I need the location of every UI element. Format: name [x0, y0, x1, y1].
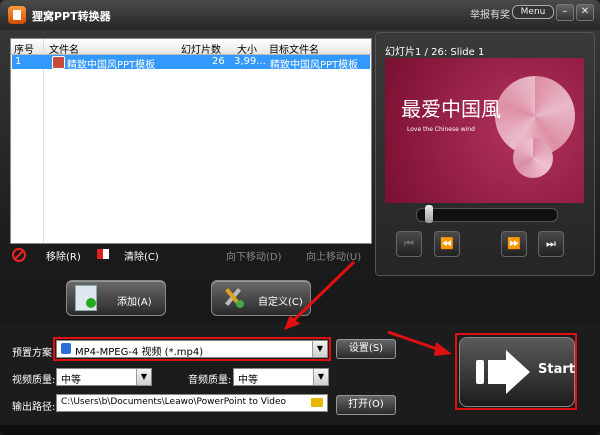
last-slide-button[interactable]: ⏭ — [538, 231, 564, 257]
output-path-field[interactable]: C:\Users\b\Documents\Leawo\PowerPoint to… — [56, 394, 328, 412]
start-button[interactable]: Start — [459, 337, 575, 407]
window-title: 狸窝PPT转换器 — [32, 10, 111, 23]
preset-label: 预置方案: — [12, 348, 56, 359]
preview-title: 幻灯片1 / 26: Slide 1 — [385, 47, 485, 58]
next-slide-button[interactable]: ⏩ — [501, 231, 527, 257]
ppt-file-icon — [52, 56, 65, 69]
add-button-label: 添加(A) — [117, 297, 152, 308]
open-button[interactable]: 打开(O) — [336, 395, 396, 415]
move-up-button[interactable]: 向上移动(U) — [306, 248, 361, 263]
row-size: 3,99... — [234, 56, 266, 67]
video-quality-label: 视频质量: — [12, 375, 56, 386]
convert-arrow-icon — [476, 350, 530, 394]
column-header-size[interactable]: 大小 — [237, 41, 257, 56]
row-slides: 26 — [212, 56, 225, 67]
slide-preview: 最爱中国風 Love the Chinese wind — [385, 58, 584, 203]
clear-button[interactable]: 清除(C) — [124, 248, 159, 263]
add-file-icon — [75, 285, 97, 311]
highlight-box-preset — [53, 337, 331, 361]
remove-button[interactable]: 移除(R) — [46, 248, 81, 263]
video-quality-value: 中等 — [61, 375, 81, 386]
first-slide-button[interactable]: ⏮ — [396, 231, 422, 257]
file-list[interactable]: 序号 文件名 幻灯片数 大小 目标文件名 1 精致中国风PPT模板 26 3,9… — [10, 38, 372, 244]
preview-progress-track[interactable] — [416, 208, 558, 222]
table-row[interactable]: 1 精致中国风PPT模板 26 3,99... 精致中国风PPT模板 — [12, 55, 370, 71]
output-path-label: 输出路径: — [12, 402, 56, 413]
preview-progress-thumb[interactable] — [424, 205, 433, 223]
clear-icon[interactable] — [97, 249, 109, 259]
preview-panel: 幻灯片1 / 26: Slide 1 最爱中国風 Love the Chines… — [375, 32, 595, 276]
output-path-value: C:\Users\b\Documents\Leawo\PowerPoint to… — [61, 397, 287, 407]
settings-button[interactable]: 设置(S) — [336, 339, 396, 359]
column-header-filename[interactable]: 文件名 — [49, 41, 79, 56]
add-button[interactable]: 添加(A) — [66, 280, 166, 316]
custom-button[interactable]: 自定义(C) — [211, 280, 311, 316]
audio-quality-select[interactable]: 中等 ▼ — [233, 368, 329, 386]
chevron-down-icon[interactable]: ▼ — [136, 369, 151, 385]
audio-quality-label: 音频质量: — [188, 375, 232, 386]
file-list-header: 序号 文件名 幻灯片数 大小 目标文件名 — [11, 39, 371, 56]
column-divider — [43, 39, 44, 243]
start-label: Start — [538, 362, 575, 377]
slide-title: 最爱中国風 — [401, 97, 501, 121]
tools-icon — [225, 288, 244, 308]
column-header-slides[interactable]: 幻灯片数 — [181, 41, 221, 56]
column-header-target[interactable]: 目标文件名 — [269, 41, 319, 56]
app-logo-icon — [8, 6, 26, 24]
report-link[interactable]: 举报有奖 — [470, 6, 510, 21]
prev-slide-button[interactable]: ⏪ — [434, 231, 460, 257]
close-button[interactable]: ✕ — [576, 4, 594, 21]
menu-button[interactable]: Menu — [512, 5, 554, 19]
column-header-index[interactable]: 序号 — [14, 41, 34, 56]
chevron-down-icon[interactable]: ▼ — [313, 369, 328, 385]
app-window: 狸窝PPT转换器 举报有奖 Menu – ✕ 序号 文件名 幻灯片数 大小 目标… — [0, 0, 600, 435]
small-fan-decoration — [513, 138, 553, 178]
custom-button-label: 自定义(C) — [258, 297, 303, 308]
video-quality-select[interactable]: 中等 ▼ — [56, 368, 152, 386]
slide-subtitle: Love the Chinese wind — [407, 126, 475, 133]
bottom-bar — [0, 425, 600, 435]
row-target: 精致中国风PPT模板 — [270, 60, 359, 71]
folder-icon[interactable] — [311, 398, 323, 407]
title-bar: 狸窝PPT转换器 举报有奖 Menu – ✕ — [0, 0, 600, 30]
audio-quality-value: 中等 — [238, 375, 258, 386]
row-filename: 精致中国风PPT模板 — [67, 60, 156, 71]
move-down-button[interactable]: 向下移动(D) — [226, 248, 282, 263]
list-toolbar: 移除(R) 清除(C) 向下移动(D) 向上移动(U) — [10, 244, 370, 266]
row-index: 1 — [15, 56, 22, 67]
minimize-button[interactable]: – — [556, 4, 574, 21]
